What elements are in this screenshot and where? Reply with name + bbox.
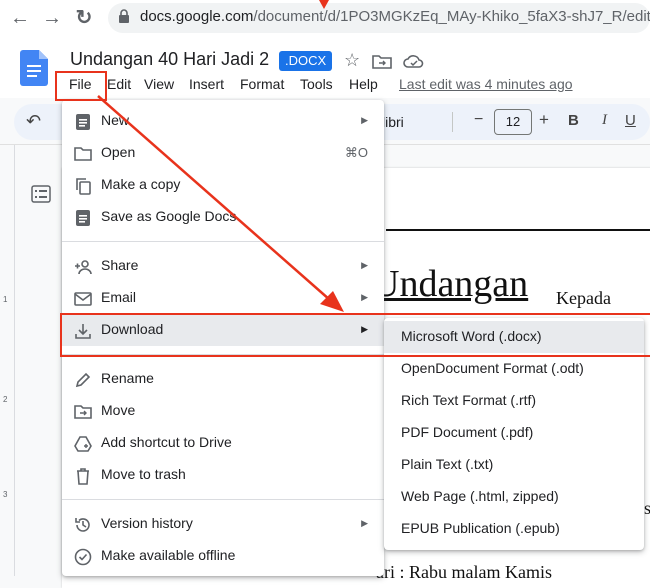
annotation-arrow-icon [97, 0, 344, 312]
